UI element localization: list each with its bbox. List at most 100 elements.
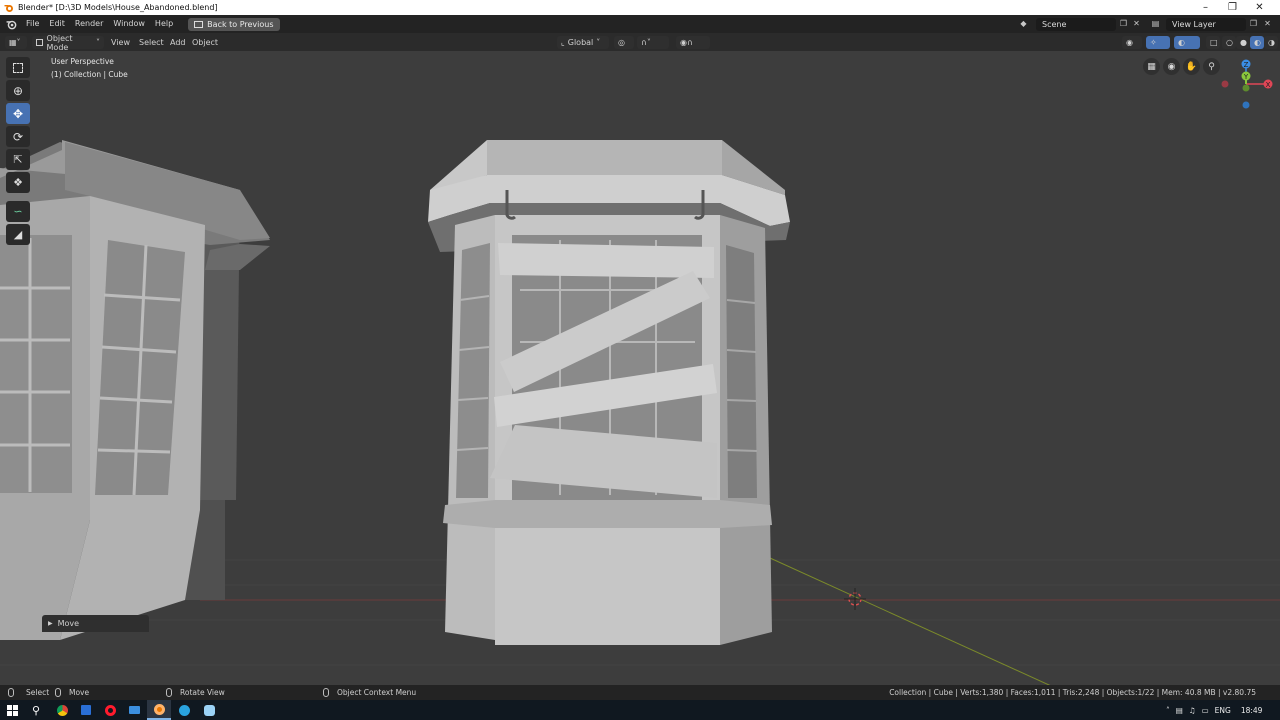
- menu-window[interactable]: Window: [108, 15, 150, 33]
- search-button[interactable]: ⚲: [24, 700, 48, 720]
- select-box-tool[interactable]: [6, 57, 30, 78]
- close-icon[interactable]: ✕: [1246, 0, 1273, 15]
- taskbar-paint[interactable]: [197, 700, 221, 720]
- rotate-tool[interactable]: ⟳: [6, 126, 30, 147]
- neg-y-axis-handle[interactable]: [1242, 84, 1250, 92]
- rotate-icon: ⟳: [12, 129, 24, 144]
- start-button[interactable]: [0, 700, 24, 720]
- solid-shading[interactable]: ●: [1236, 36, 1250, 49]
- scene-render[interactable]: [0, 51, 1280, 685]
- last-operator-panel[interactable]: ▶ Move: [42, 615, 149, 632]
- perspective-label: User Perspective: [51, 57, 114, 66]
- blender-menu-icon[interactable]: [6, 19, 17, 30]
- editor-type-icon: ▦˅: [9, 38, 21, 47]
- cursor-tool[interactable]: ⊕: [6, 80, 30, 101]
- status-rotate: Rotate View: [166, 688, 225, 697]
- blender-topbar: File Edit Render Window Help Back to Pre…: [0, 15, 1280, 33]
- neg-x-axis-handle[interactable]: [1221, 80, 1229, 88]
- system-tray: ˄ ▤ ♫ ▭ ENG 18:49: [1166, 700, 1262, 720]
- menu-add[interactable]: Add: [170, 36, 186, 49]
- taskbar-chrome[interactable]: [50, 700, 74, 720]
- status-move-label: Move: [69, 688, 90, 697]
- new-scene-icon[interactable]: ❐: [1118, 18, 1129, 29]
- measure-tool[interactable]: ◢: [6, 224, 30, 245]
- overlay-icon: ◐: [1178, 38, 1185, 47]
- snap-dropdown[interactable]: ∩˅: [637, 36, 669, 49]
- taskbar-explorer[interactable]: [122, 700, 146, 720]
- status-move: Move: [55, 688, 89, 697]
- move-tool[interactable]: ✥: [6, 103, 30, 124]
- status-select: Select: [8, 688, 49, 697]
- pan-view-button[interactable]: ✋: [1183, 58, 1200, 75]
- pivot-point-dropdown[interactable]: ◎: [614, 36, 634, 49]
- network-icon[interactable]: ▤: [1176, 706, 1183, 715]
- 3d-viewport[interactable]: User Perspective (1) Collection | Cube ⊕…: [0, 51, 1280, 685]
- neg-z-axis-handle[interactable]: [1242, 101, 1250, 109]
- taskbar-opera[interactable]: [98, 700, 122, 720]
- battery-icon[interactable]: ▭: [1202, 706, 1209, 715]
- toggle-perspective-button[interactable]: ▦: [1143, 58, 1160, 75]
- chevron-down-icon: ˅: [596, 38, 601, 47]
- scene-field[interactable]: Scene: [1036, 18, 1116, 31]
- annotate-tool[interactable]: ∽: [6, 201, 30, 222]
- menu-view[interactable]: View: [111, 36, 130, 49]
- blender-window: Blender* [D:\3D Models\House_Abandoned.b…: [0, 0, 1280, 720]
- axis-gizmo[interactable]: X Y Z: [1218, 56, 1276, 114]
- back-to-previous-button[interactable]: Back to Previous: [188, 17, 280, 31]
- menu-render[interactable]: Render: [70, 15, 108, 33]
- floppy-icon: [81, 705, 91, 715]
- mode-dropdown[interactable]: Object Mode ˅: [32, 34, 104, 52]
- wireframe-shading[interactable]: ○: [1222, 36, 1236, 49]
- back-to-previous-label: Back to Previous: [207, 19, 274, 29]
- blender-logo-icon: [4, 4, 13, 12]
- view-layer-field[interactable]: View Layer: [1166, 18, 1246, 31]
- proportional-editing-dropdown[interactable]: ◉∩: [676, 36, 710, 49]
- editor-type-dropdown[interactable]: ▦˅: [5, 36, 27, 49]
- mouse-left-icon: [8, 688, 14, 697]
- viewport-header: ▦˅ Object Mode ˅ View Select Add Object …: [0, 33, 1280, 52]
- menu-edit[interactable]: Edit: [44, 15, 70, 33]
- chevron-up-icon[interactable]: ˄: [1166, 706, 1170, 715]
- scene-icon[interactable]: ◆: [1018, 18, 1029, 29]
- windows-taskbar: ⚲ ˄ ▤ ♫ ▭ ENG 18:49: [0, 700, 1280, 720]
- orientation-dropdown[interactable]: ⌞ Global ˅: [557, 36, 609, 49]
- opera-icon: [104, 704, 116, 716]
- taskbar-save-app[interactable]: [74, 700, 98, 720]
- view-layer-name: View Layer: [1172, 20, 1216, 29]
- remove-view-layer-icon[interactable]: ✕: [1262, 18, 1273, 29]
- language-indicator[interactable]: ENG: [1215, 706, 1231, 715]
- material-shading[interactable]: ◐: [1250, 36, 1264, 49]
- zoom-icon: ⚲: [1208, 61, 1215, 72]
- taskbar-telegram[interactable]: [172, 700, 196, 720]
- view-layer-icon[interactable]: ▤: [1150, 18, 1161, 29]
- volume-icon[interactable]: ♫: [1189, 706, 1196, 715]
- annotate-icon: ∽: [13, 205, 23, 218]
- gizmo-toggle[interactable]: ✧: [1146, 36, 1170, 49]
- menu-select[interactable]: Select: [139, 36, 164, 49]
- overlay-toggle[interactable]: ◐: [1174, 36, 1200, 49]
- visibility-dropdown[interactable]: ◉: [1122, 36, 1142, 49]
- menu-help[interactable]: Help: [150, 15, 178, 33]
- camera-view-button[interactable]: ◉: [1163, 58, 1180, 75]
- clock[interactable]: 18:49: [1241, 706, 1263, 715]
- scale-tool[interactable]: ⇱: [6, 149, 30, 170]
- transform-tool[interactable]: ❖: [6, 172, 30, 193]
- menu-object[interactable]: Object: [192, 36, 218, 49]
- rendered-shading[interactable]: ◑: [1264, 36, 1278, 49]
- menu-file[interactable]: File: [21, 15, 44, 33]
- window-title: Blender* [D:\3D Models\House_Abandoned.b…: [18, 3, 218, 12]
- xray-toggle[interactable]: □: [1206, 36, 1220, 49]
- remove-scene-icon[interactable]: ✕: [1131, 18, 1142, 29]
- 3d-cursor[interactable]: [844, 588, 866, 610]
- x-axis-label: X: [1266, 81, 1271, 89]
- scale-icon: ⇱: [13, 153, 23, 166]
- collection-info: (1) Collection | Cube: [51, 70, 128, 79]
- minimize-icon[interactable]: –: [1192, 0, 1219, 15]
- maximize-icon[interactable]: ❐: [1219, 0, 1246, 15]
- mouse-drag-icon: [55, 688, 61, 697]
- taskbar-blender[interactable]: [147, 700, 171, 720]
- screen-icon: [194, 20, 204, 28]
- solid-sphere-icon: ●: [1240, 38, 1247, 47]
- blender-app-icon: [153, 703, 165, 715]
- new-view-layer-icon[interactable]: ❐: [1248, 18, 1259, 29]
